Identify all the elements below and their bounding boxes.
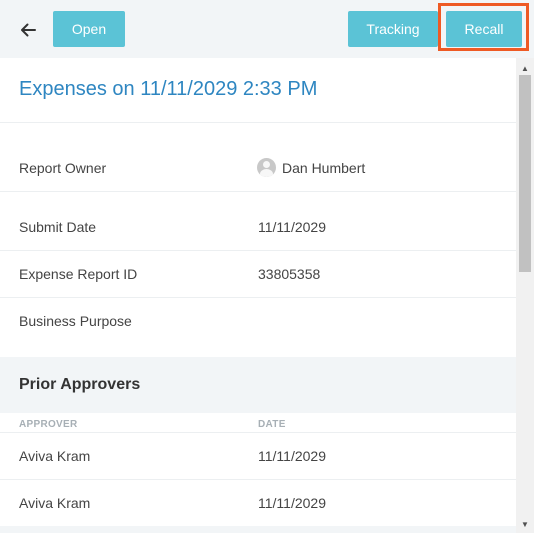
- report-details-panel: Expenses on 11/11/2029 2:33 PM Report Ow…: [0, 58, 516, 533]
- approver-name: Aviva Kram: [19, 495, 91, 511]
- recall-button[interactable]: Recall: [446, 11, 522, 47]
- report-title: Expenses on 11/11/2029 2:33 PM: [19, 78, 318, 100]
- open-button[interactable]: Open: [53, 11, 125, 47]
- divider: [0, 297, 516, 298]
- report-id-label: Expense Report ID: [19, 266, 138, 282]
- vertical-scrollbar[interactable]: ▲ ▼: [516, 58, 534, 533]
- top-toolbar: Open Tracking Recall: [0, 0, 534, 58]
- scroll-up-arrow-icon[interactable]: ▲: [516, 61, 534, 75]
- user-avatar-icon: [257, 158, 276, 177]
- submit-date-label: Submit Date: [19, 219, 97, 235]
- divider: [0, 191, 516, 192]
- back-button[interactable]: [12, 14, 44, 46]
- prior-approvers-header: Prior Approvers: [0, 357, 516, 413]
- scroll-down-arrow-icon[interactable]: ▼: [516, 517, 534, 531]
- report-id-row: Expense Report ID 33805358: [0, 252, 516, 298]
- report-owner-label: Report Owner: [19, 160, 107, 176]
- approver-column-header: APPROVER: [19, 419, 78, 430]
- approver-name: Aviva Kram: [19, 448, 91, 464]
- divider: [0, 250, 516, 251]
- approver-date: 11/11/2029: [258, 448, 326, 464]
- business-purpose-label: Business Purpose: [19, 313, 132, 329]
- prior-approvers-heading: Prior Approvers: [19, 376, 141, 393]
- expense-report-page: Open Tracking Recall Expenses on 11/11/2…: [0, 0, 534, 533]
- business-purpose-row: Business Purpose: [0, 299, 516, 345]
- report-owner-name: Dan Humbert: [282, 159, 366, 176]
- arrow-left-icon: [21, 23, 36, 37]
- date-column-header: DATE: [258, 419, 286, 430]
- scrollbar-thumb[interactable]: [519, 75, 531, 272]
- approver-row: Aviva Kram 11/11/2029: [0, 433, 516, 480]
- submit-date-value: 11/11/2029: [258, 219, 326, 235]
- tracking-button[interactable]: Tracking: [348, 11, 438, 47]
- divider: [0, 122, 516, 123]
- submit-date-row: Submit Date 11/11/2029: [0, 205, 516, 251]
- report-id-value: 33805358: [258, 266, 321, 282]
- approver-row: Aviva Kram 11/11/2029: [0, 480, 516, 527]
- report-owner-value: Dan Humbert: [257, 158, 365, 177]
- approver-date: 11/11/2029: [258, 495, 326, 511]
- section-footer: [0, 526, 516, 533]
